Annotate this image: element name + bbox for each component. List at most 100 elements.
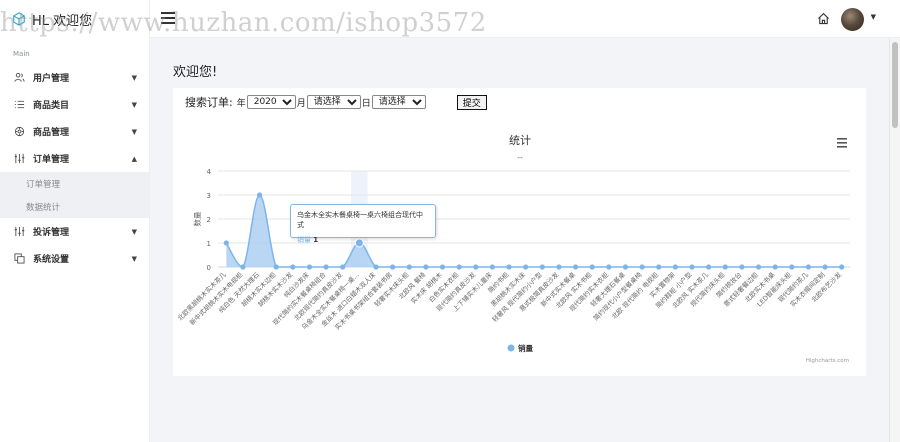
data-point: [323, 264, 329, 270]
search-form: 搜索订单: 年 2020 月 请选择 日 请选择 提交: [185, 94, 487, 110]
chevron-down-icon: ▼: [131, 100, 137, 109]
data-point: [822, 264, 828, 270]
sliders-icon: [14, 226, 25, 237]
sidebar-item-categories[interactable]: 商品类目 ▼: [0, 91, 149, 118]
sidebar-section-label: Main: [13, 50, 30, 58]
sidebar-item-settings[interactable]: 系统设置 ▼: [0, 245, 149, 272]
sidebar-subitem-data-statistics[interactable]: 数据统计: [0, 195, 149, 218]
y-tick-label: 1: [207, 240, 211, 248]
page-scrollbar[interactable]: [889, 38, 900, 442]
sidebar-item-label: 商品管理: [33, 128, 70, 138]
chevron-up-icon: ▲: [131, 154, 137, 163]
month-label: 月: [296, 98, 306, 109]
sidebar-item-complaints[interactable]: 投诉管理 ▼: [0, 218, 149, 245]
legend-label: 销量: [518, 343, 533, 353]
data-point: [722, 264, 728, 270]
data-point: [306, 264, 313, 270]
data-point: [523, 264, 529, 270]
sidebar-item-label: 商品类目: [33, 101, 70, 111]
y-tick-label: 2: [207, 216, 211, 224]
data-point: [706, 264, 712, 270]
data-point: [273, 264, 279, 270]
data-point: [589, 264, 595, 270]
chevron-down-icon: ▼: [131, 127, 137, 136]
chart-tooltip: 乌金木全实木餐桌椅一桌六椅组合现代中式 销量 1: [290, 204, 436, 244]
sidebar-item-label: 用户管理: [33, 74, 70, 84]
data-point: [839, 264, 845, 270]
data-point: [689, 264, 695, 270]
data-point: [572, 264, 579, 270]
menu-toggle-icon[interactable]: [161, 12, 175, 24]
legend-marker: [507, 344, 515, 352]
data-point: [256, 192, 263, 198]
topbar: ▼: [150, 0, 900, 38]
brand: HL 欢迎您: [0, 0, 149, 38]
list-icon: [14, 100, 25, 109]
data-point: [789, 264, 795, 270]
chart-menu-icon[interactable]: [837, 138, 847, 148]
y-axis-label: 数量: [192, 211, 202, 226]
data-point: [672, 264, 678, 270]
gear-icon: [14, 126, 25, 137]
data-point: [656, 264, 662, 270]
y-tick-label: 0: [207, 264, 211, 272]
sidebar-item-orders[interactable]: 订单管理 ▲: [0, 145, 149, 172]
data-point: [406, 264, 412, 270]
sidebar-item-label: 投诉管理: [33, 228, 70, 238]
data-point: [739, 264, 745, 270]
chevron-down-icon: ▼: [131, 73, 137, 82]
chart-subtitle: --: [517, 153, 523, 162]
chevron-down-icon[interactable]: ▼: [871, 13, 876, 21]
data-point: [456, 264, 462, 270]
home-icon[interactable]: [817, 12, 830, 25]
data-point: [606, 264, 612, 270]
chevron-down-icon: ▼: [131, 227, 137, 236]
data-point: [755, 264, 762, 270]
sidebar-item-label: 订单管理: [33, 155, 70, 165]
data-point: [539, 264, 545, 270]
data-point: [423, 264, 429, 270]
year-label: 年: [236, 98, 246, 109]
data-point: [439, 264, 446, 270]
data-point: [390, 264, 396, 270]
avatar[interactable]: [841, 8, 864, 31]
search-label: 搜索订单:: [185, 96, 233, 109]
data-point: [340, 264, 346, 270]
data-point: [805, 264, 812, 270]
data-point: [473, 264, 479, 270]
data-point: [556, 264, 562, 270]
sidebar-subitem-order-management[interactable]: 订单管理: [0, 172, 149, 195]
data-point: [223, 240, 229, 246]
data-point: [772, 264, 778, 270]
sales-chart: 统计--01234数量北欧黑胡桃木实木茶几新中式胡桃木实木电视柜纯白色 天然大理…: [175, 134, 850, 364]
data-point: [489, 264, 496, 270]
day-select[interactable]: 请选择: [371, 95, 426, 109]
year-select[interactable]: 2020: [246, 95, 296, 109]
sidebar: HL 欢迎您 Main 用户管理 ▼ 商品类目 ▼ 商品管理 ▼ 订单管理 ▲ …: [0, 0, 150, 442]
tooltip-title: 乌金木全实木餐桌椅一桌六椅组合现代中式: [297, 211, 423, 229]
day-label: 日: [361, 98, 371, 109]
users-icon: [14, 72, 25, 82]
scrollbar-thumb[interactable]: [892, 42, 898, 128]
data-point: [506, 264, 512, 270]
chart-title: 统计: [509, 134, 531, 147]
tooltip-series: 销量: [297, 236, 311, 244]
month-select[interactable]: 请选择: [306, 95, 361, 109]
submit-button[interactable]: 提交: [456, 94, 487, 110]
statistics-card: 统计 -- 0 1 2 3 4 数量 北欧黑胡桃木实木茶几 新中式胡桃木实木电视柜 纯白色 天然大理…: [173, 88, 866, 376]
sliders-icon: [14, 153, 25, 164]
y-tick-label: 3: [207, 192, 211, 200]
y-tick-label: 4: [207, 168, 212, 176]
sidebar-item-users[interactable]: 用户管理 ▼: [0, 64, 149, 91]
brand-title: HL 欢迎您: [32, 13, 93, 29]
sidebar-item-products[interactable]: 商品管理 ▼: [0, 118, 149, 145]
cube-logo-icon: [13, 12, 25, 26]
data-point: [639, 264, 645, 270]
copy-icon: [14, 253, 25, 264]
data-point: [240, 264, 246, 270]
orders-submenu: 订单管理 数据统计: [0, 172, 149, 218]
chevron-down-icon: ▼: [131, 254, 137, 263]
sidebar-item-label: 系统设置: [33, 255, 70, 265]
data-point: [290, 264, 296, 270]
data-point: [373, 264, 379, 270]
